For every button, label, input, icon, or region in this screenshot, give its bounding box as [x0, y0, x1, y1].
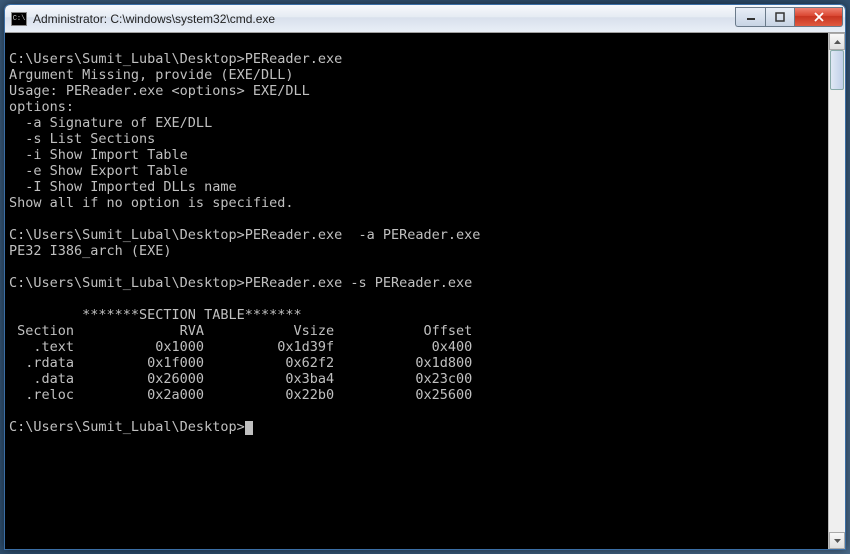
- terminal-container: C:\Users\Sumit_Lubal\Desktop>PEReader.ex…: [5, 33, 845, 549]
- output-line: Usage: PEReader.exe <options> EXE/DLL: [9, 83, 310, 99]
- close-button[interactable]: [795, 7, 843, 27]
- scroll-up-button[interactable]: [829, 33, 845, 50]
- output-line: -e Show Export Table: [9, 163, 188, 179]
- output-line: -s List Sections: [9, 131, 155, 147]
- minimize-button[interactable]: [735, 7, 765, 27]
- prompt-line: C:\Users\Sumit_Lubal\Desktop>PEReader.ex…: [9, 51, 342, 67]
- output-line: Argument Missing, provide (EXE/DLL): [9, 67, 293, 83]
- table-row: .rdata 0x1f000 0x62f2 0x1d800: [9, 355, 472, 371]
- table-row: .data 0x26000 0x3ba4 0x23c00: [9, 371, 472, 387]
- output-line: Show all if no option is specified.: [9, 195, 293, 211]
- output-line: PE32 I386_arch (EXE): [9, 243, 172, 259]
- table-header: Section RVA Vsize Offset: [9, 323, 472, 339]
- scroll-down-button[interactable]: [829, 532, 845, 549]
- output-line: *******SECTION TABLE*******: [9, 307, 302, 323]
- window-controls: [735, 7, 843, 27]
- window-title: Administrator: C:\windows\system32\cmd.e…: [33, 12, 735, 26]
- output-line: options:: [9, 99, 74, 115]
- cursor: [245, 421, 253, 435]
- scrollbar-thumb[interactable]: [830, 50, 844, 90]
- table-row: .text 0x1000 0x1d39f 0x400: [9, 339, 472, 355]
- maximize-button[interactable]: [765, 7, 795, 27]
- output-line: -a Signature of EXE/DLL: [9, 115, 212, 131]
- vertical-scrollbar[interactable]: [828, 33, 845, 549]
- cmd-window: C:\ Administrator: C:\windows\system32\c…: [4, 4, 846, 550]
- cmd-icon: C:\: [11, 12, 27, 26]
- output-line: -i Show Import Table: [9, 147, 188, 163]
- terminal-output[interactable]: C:\Users\Sumit_Lubal\Desktop>PEReader.ex…: [5, 33, 828, 549]
- output-line: -I Show Imported DLLs name: [9, 179, 237, 195]
- table-row: .reloc 0x2a000 0x22b0 0x25600: [9, 387, 472, 403]
- prompt-line: C:\Users\Sumit_Lubal\Desktop>PEReader.ex…: [9, 227, 480, 243]
- prompt-line: C:\Users\Sumit_Lubal\Desktop>PEReader.ex…: [9, 275, 472, 291]
- titlebar[interactable]: C:\ Administrator: C:\windows\system32\c…: [5, 5, 845, 33]
- prompt-line: C:\Users\Sumit_Lubal\Desktop>: [9, 419, 245, 435]
- scrollbar-track[interactable]: [829, 50, 845, 532]
